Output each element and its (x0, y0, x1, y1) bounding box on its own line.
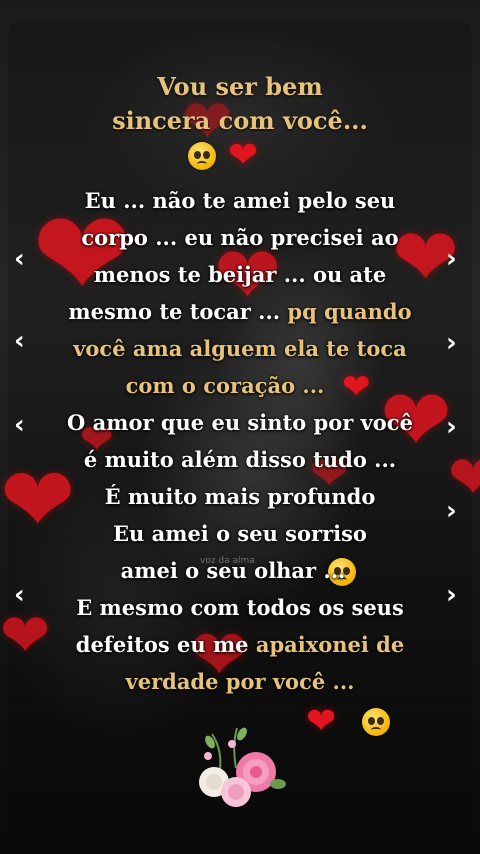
chevron-left-icon: ‹ (14, 580, 25, 610)
title: Vou ser bem sincera com você... (0, 70, 480, 138)
message-line: menos te beijar ... ou ate (93, 262, 387, 287)
chevron-right-icon: › (446, 580, 457, 610)
chevron-right-icon: › (446, 412, 457, 442)
pleading-face-emoji-icon (362, 708, 390, 736)
message-line: E mesmo com todos os seus (76, 595, 404, 620)
chevron-left-icon: ‹ (14, 410, 25, 440)
chevron-right-icon: › (446, 496, 457, 526)
message-line: O amor que eu sinto por você (67, 410, 413, 435)
message-line: é muito além disso tudo ... (83, 447, 397, 472)
pleading-face-emoji-icon (188, 142, 216, 170)
watermark: voz da alma (200, 556, 255, 566)
message-line: corpo ... eu não precisei ao (81, 225, 399, 250)
chevron-right-icon: › (446, 328, 457, 358)
title-line: sincera com você... (112, 106, 368, 135)
heart-icon: ❤ (306, 701, 337, 742)
flower-bouquet-icon (199, 727, 286, 807)
message-line: defeitos eu me apaixonei de (75, 632, 405, 657)
heart-icon: ❤ (228, 135, 259, 176)
chevron-left-icon: ‹ (14, 244, 25, 274)
message-line: Eu amei o seu sorriso (113, 521, 367, 546)
message-line: mesmo te tocar ... pq quando (68, 299, 412, 324)
message-body: Eu ... não te amei pelo seu corpo ... eu… (0, 182, 480, 700)
message-line: verdade por você ... (125, 669, 355, 694)
message-line: É muito mais profundo (104, 484, 376, 509)
chevron-right-icon: › (446, 244, 457, 274)
message-line: Eu ... não te amei pelo seu (84, 188, 396, 213)
chevron-left-icon: ‹ (14, 326, 25, 356)
title-line: Vou ser bem (157, 72, 323, 101)
message-line: você ama alguem ela te toca (73, 336, 407, 361)
message-line: com o coração ... (125, 373, 325, 398)
